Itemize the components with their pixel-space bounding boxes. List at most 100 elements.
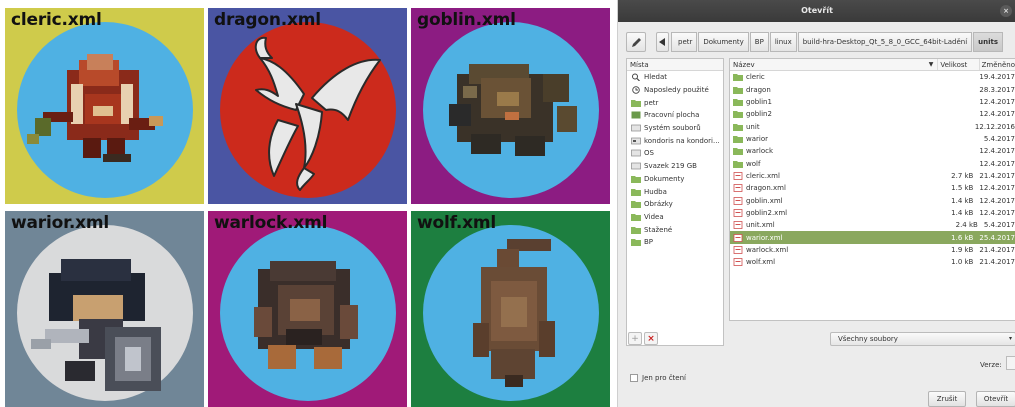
place-item[interactable]: petr bbox=[627, 96, 723, 109]
place-item[interactable]: Hudba bbox=[627, 185, 723, 198]
close-icon[interactable]: × bbox=[1000, 5, 1012, 17]
file-row[interactable]: warior 5.4.2017 bbox=[730, 133, 1015, 145]
place-item[interactable]: Systém souborů bbox=[627, 122, 723, 135]
file-name: dragon.xml bbox=[746, 184, 786, 193]
file-modified: 12.4.2017 bbox=[979, 196, 1015, 205]
file-size: 1.9 kB bbox=[951, 245, 974, 254]
file-name: dragon bbox=[746, 85, 771, 94]
place-item[interactable]: Stažené bbox=[627, 223, 723, 236]
unit-tile-cleric: cleric.xml bbox=[5, 8, 204, 204]
open-button[interactable]: Otevřít bbox=[976, 391, 1015, 407]
place-item[interactable]: Hledat bbox=[627, 71, 723, 84]
places-toolbar: + × bbox=[626, 330, 724, 346]
file-size: 1.4 kB bbox=[951, 196, 974, 205]
goblin-portrait bbox=[449, 64, 577, 156]
breadcrumb-item[interactable]: linux bbox=[769, 32, 797, 52]
file-size: 1.5 kB bbox=[951, 184, 974, 193]
file-size: 1.6 kB bbox=[951, 233, 974, 242]
file-modified: 12.4.2017 bbox=[979, 184, 1015, 193]
file-row[interactable]: warlock.xml 1.9 kB 21.4.2017 bbox=[730, 244, 1015, 256]
breadcrumb-item[interactable]: Dokumenty bbox=[698, 32, 749, 52]
file-row[interactable]: cleric 19.4.2017 bbox=[730, 71, 1015, 83]
folder-icon bbox=[733, 148, 743, 156]
file-row[interactable]: dragon 28.3.2017 bbox=[730, 83, 1015, 95]
file-type-filter[interactable]: Všechny soubory ▾ bbox=[830, 332, 1015, 346]
place-item[interactable]: Naposledy použité bbox=[627, 84, 723, 97]
file-size: 1.4 kB bbox=[951, 208, 974, 217]
open-file-dialog: Otevřít × petr Dokumenty BP linux build-hra-… bbox=[617, 0, 1015, 407]
wolf-portrait bbox=[473, 239, 555, 387]
folder-icon bbox=[733, 111, 743, 119]
place-item[interactable]: BP bbox=[627, 236, 723, 249]
places-header: Místa bbox=[627, 59, 723, 71]
folder-icon bbox=[733, 135, 743, 143]
unit-file-label: warior.xml bbox=[11, 213, 109, 233]
file-name: cleric.xml bbox=[746, 171, 780, 180]
place-item[interactable]: Pracovní plocha bbox=[627, 109, 723, 122]
version-select[interactable] bbox=[1006, 356, 1015, 370]
sort-down-icon: ▼ bbox=[928, 61, 934, 68]
breadcrumb-item[interactable]: petr bbox=[671, 32, 698, 52]
file-row[interactable]: cleric.xml 2.7 kB 21.4.2017 bbox=[730, 170, 1015, 182]
file-row[interactable]: unit.xml 2.4 kB 5.4.2017 bbox=[730, 219, 1015, 231]
breadcrumb: petr Dokumenty BP linux build-hra-Desktop_Qt… bbox=[671, 32, 1004, 52]
column-size[interactable]: Velikost bbox=[937, 59, 978, 70]
breadcrumb-item[interactable]: build-hra-Desktop_Qt_5_8_0_GCC_64bit-Lad… bbox=[797, 32, 973, 52]
arrow-left-icon bbox=[659, 38, 665, 46]
place-item[interactable]: OS bbox=[627, 147, 723, 160]
xml-file-icon bbox=[733, 221, 743, 230]
downloads-folder-icon bbox=[631, 226, 641, 234]
file-row[interactable]: goblin.xml 1.4 kB 12.4.2017 bbox=[730, 194, 1015, 206]
place-item[interactable]: kondoris na kondori... bbox=[627, 134, 723, 147]
documents-folder-icon bbox=[631, 175, 641, 183]
add-bookmark-button[interactable]: + bbox=[628, 332, 642, 345]
breadcrumb-item[interactable]: BP bbox=[749, 32, 769, 52]
file-modified: 12.4.2017 bbox=[979, 208, 1015, 217]
file-row[interactable]: wolf 12.4.2017 bbox=[730, 157, 1015, 169]
file-row[interactable]: unit 12.12.2016 bbox=[730, 120, 1015, 132]
remove-icon: × bbox=[647, 333, 655, 344]
file-row[interactable]: goblin2 12.4.2017 bbox=[730, 108, 1015, 120]
file-name: goblin2 bbox=[746, 110, 772, 119]
folder-icon bbox=[733, 123, 743, 131]
xml-file-icon bbox=[733, 209, 743, 217]
dragon-portrait bbox=[254, 36, 381, 191]
file-name: wolf.xml bbox=[746, 258, 776, 267]
unit-file-label: dragon.xml bbox=[214, 10, 321, 30]
readonly-checkbox[interactable] bbox=[630, 374, 638, 382]
unit-tile-warlock: warlock.xml bbox=[208, 211, 407, 407]
xml-file-icon bbox=[733, 246, 743, 254]
file-row[interactable]: dragon.xml 1.5 kB 12.4.2017 bbox=[730, 182, 1015, 194]
desktop-icon bbox=[631, 111, 641, 119]
breadcrumb-item[interactable]: units bbox=[973, 32, 1004, 52]
warior-portrait bbox=[31, 259, 161, 391]
remove-bookmark-button[interactable]: × bbox=[644, 332, 658, 345]
place-item[interactable]: Svazek 219 GB bbox=[627, 160, 723, 173]
chevron-down-icon: ▾ bbox=[1008, 335, 1012, 342]
place-item[interactable]: Dokumenty bbox=[627, 173, 723, 186]
file-size: 1.0 kB bbox=[951, 258, 974, 267]
file-row[interactable]: goblin1 12.4.2017 bbox=[730, 96, 1015, 108]
readonly-option[interactable]: Jen pro čtení bbox=[630, 374, 686, 382]
file-row[interactable]: wolf.xml 1.0 kB 21.4.2017 bbox=[730, 256, 1015, 268]
file-row[interactable]: warlock 12.4.2017 bbox=[730, 145, 1015, 157]
file-name: unit bbox=[746, 122, 760, 131]
cancel-button[interactable]: Zrušit bbox=[928, 391, 966, 407]
folder-icon bbox=[733, 86, 743, 94]
place-item[interactable]: Obrázky bbox=[627, 198, 723, 211]
column-modified[interactable]: Změněno bbox=[978, 59, 1015, 70]
path-back-button[interactable] bbox=[656, 32, 669, 52]
file-row[interactable]: warior.xml 1.6 kB 25.4.2017 bbox=[730, 231, 1015, 244]
column-name[interactable]: Název ▼ bbox=[730, 59, 937, 70]
file-modified: 12.4.2017 bbox=[979, 147, 1015, 156]
file-row[interactable]: goblin2.xml 1.4 kB 12.4.2017 bbox=[730, 207, 1015, 219]
edit-location-button[interactable] bbox=[626, 32, 646, 52]
version-label: Verze: bbox=[980, 361, 1002, 369]
file-modified: 21.4.2017 bbox=[979, 258, 1015, 267]
file-modified: 21.4.2017 bbox=[979, 171, 1015, 180]
file-name: warior.xml bbox=[746, 233, 783, 242]
videos-folder-icon bbox=[631, 213, 641, 221]
file-name: cleric bbox=[746, 73, 765, 82]
pencil-icon bbox=[631, 37, 641, 47]
place-item[interactable]: Videa bbox=[627, 211, 723, 224]
